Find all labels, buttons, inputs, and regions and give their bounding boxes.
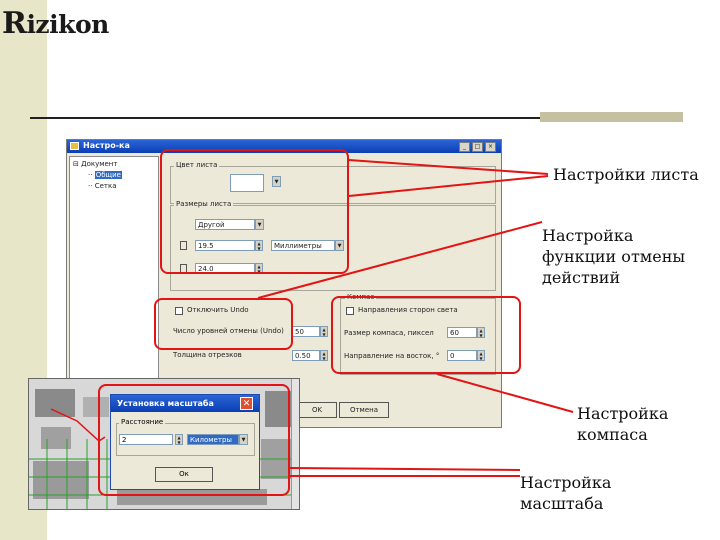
callout-compass-settings: Настройка компаса [577,404,669,444]
callout-sheet-settings: Настройки листа [553,165,699,184]
callout-undo-settings: Настройка функции отмены действий [542,226,686,287]
callout-scale-settings: Настройка масштаба [520,473,612,513]
